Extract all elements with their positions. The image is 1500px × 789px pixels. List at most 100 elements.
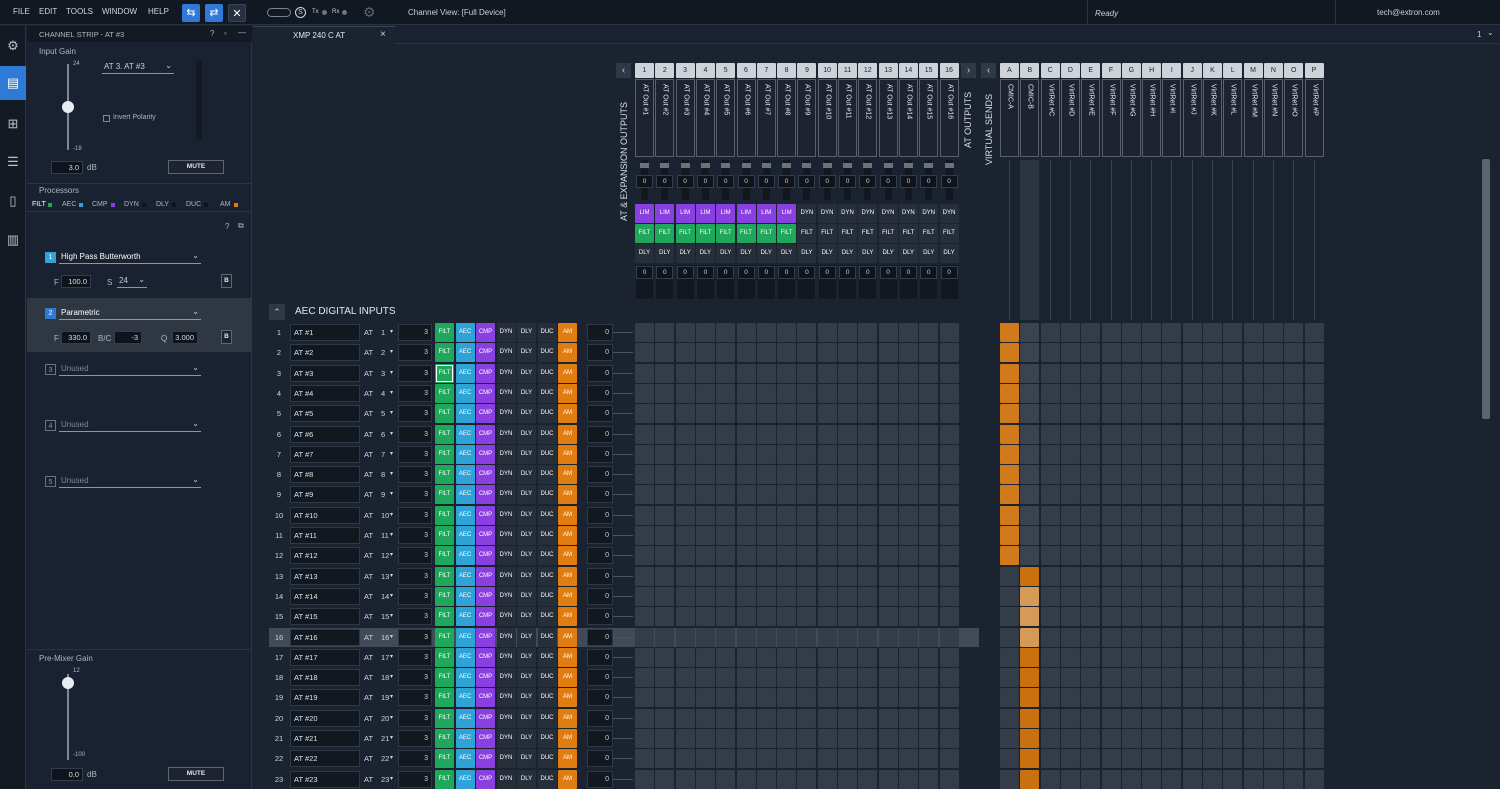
crosspoint-cell[interactable] — [756, 363, 776, 383]
crosspoint-cell[interactable] — [777, 729, 797, 748]
output-column-label[interactable]: AT Out #4 — [695, 79, 715, 157]
input-gain-field[interactable]: 3 — [398, 547, 432, 565]
send-crosspoint-cell[interactable] — [1040, 526, 1060, 545]
band-1-frequency[interactable]: 100.0 — [61, 275, 91, 288]
input-dly-button[interactable]: DLY — [517, 485, 536, 505]
crosspoint-cell[interactable] — [797, 769, 817, 789]
input-level-field[interactable]: 0 — [587, 567, 613, 585]
send-column-label[interactable]: VirtRet #K — [1203, 79, 1222, 157]
output-column-number[interactable]: 3 — [675, 63, 695, 78]
input-channel-select[interactable]: 9 — [381, 485, 385, 504]
send-column-letter[interactable]: H — [1142, 63, 1162, 78]
send-crosspoint-cell[interactable] — [1182, 505, 1202, 525]
send-crosspoint-cell[interactable] — [1263, 363, 1283, 383]
send-crosspoint-cell[interactable] — [1304, 729, 1324, 748]
crosspoint-cell[interactable] — [817, 323, 837, 342]
send-crosspoint-cell[interactable] — [1142, 404, 1162, 424]
input-aec-button[interactable]: AEC — [455, 505, 475, 525]
send-crosspoint-cell[interactable] — [1000, 383, 1019, 403]
crosspoint-cell[interactable] — [695, 363, 715, 383]
output-post-gain-field[interactable]: 0 — [940, 266, 958, 279]
crosspoint-cell[interactable] — [797, 607, 817, 627]
send-crosspoint-cell[interactable] — [1162, 343, 1182, 363]
output-gain-field[interactable]: 0 — [778, 175, 796, 188]
send-crosspoint-cell[interactable] — [1243, 566, 1263, 586]
crosspoint-cell[interactable] — [777, 566, 797, 586]
crosspoint-cell[interactable] — [675, 688, 695, 708]
input-duc-button[interactable]: DUC — [537, 424, 557, 444]
output-lim-button[interactable]: LIM — [675, 204, 695, 223]
next-outputs-icon[interactable]: › — [961, 63, 976, 78]
crosspoint-cell[interactable] — [716, 566, 736, 586]
send-column-label[interactable]: VirtRet #F — [1101, 79, 1121, 157]
output-column-number[interactable]: 7 — [756, 63, 776, 78]
crosspoint-cell[interactable] — [635, 343, 654, 363]
send-crosspoint-cell[interactable] — [1284, 323, 1304, 342]
send-crosspoint-cell[interactable] — [1121, 424, 1141, 444]
send-crosspoint-cell[interactable] — [1223, 505, 1243, 525]
input-channel-select[interactable]: 1 — [381, 323, 385, 342]
crosspoint-cell[interactable] — [858, 485, 878, 505]
send-crosspoint-cell[interactable] — [1223, 586, 1243, 606]
output-fader-knob[interactable] — [924, 163, 934, 168]
input-aec-button[interactable]: AEC — [455, 566, 475, 586]
crosspoint-cell[interactable] — [797, 647, 817, 667]
crosspoint-cell[interactable] — [898, 668, 918, 688]
send-crosspoint-cell[interactable] — [1040, 343, 1060, 363]
tab-dyn[interactable]: DYN — [124, 201, 139, 208]
send-crosspoint-cell[interactable] — [1243, 668, 1263, 688]
input-gain-field[interactable]: 3 — [398, 750, 432, 768]
crosspoint-cell[interactable] — [635, 444, 654, 464]
crosspoint-cell[interactable] — [695, 546, 715, 566]
output-dyn-button[interactable]: DYN — [838, 204, 857, 223]
send-crosspoint-cell[interactable] — [1284, 566, 1304, 586]
send-crosspoint-cell[interactable] — [1203, 444, 1222, 464]
crosspoint-cell[interactable] — [777, 647, 797, 667]
crosspoint-cell[interactable] — [939, 688, 959, 708]
crosspoint-cell[interactable] — [635, 526, 654, 545]
crosspoint-cell[interactable] — [858, 404, 878, 424]
input-cmp-button[interactable]: CMP — [476, 383, 495, 403]
send-crosspoint-cell[interactable] — [1040, 505, 1060, 525]
crosspoint-cell[interactable] — [858, 465, 878, 485]
crosspoint-cell[interactable] — [716, 505, 736, 525]
premixer-gain-field[interactable]: 0.0 — [51, 768, 83, 781]
output-column-label[interactable]: AT Out #6 — [736, 79, 756, 157]
input-cmp-button[interactable]: CMP — [476, 769, 495, 789]
crosspoint-cell[interactable] — [919, 465, 939, 485]
crosspoint-cell[interactable] — [655, 668, 675, 688]
output-lim-button[interactable]: LIM — [777, 204, 797, 223]
crosspoint-cell[interactable] — [777, 688, 797, 708]
crosspoint-cell[interactable] — [635, 424, 654, 444]
input-aec-button[interactable]: AEC — [455, 465, 475, 485]
input-level-field[interactable]: 0 — [587, 689, 613, 707]
output-post-gain-field[interactable]: 0 — [656, 266, 674, 279]
crosspoint-cell[interactable] — [838, 688, 857, 708]
send-crosspoint-cell[interactable] — [1284, 465, 1304, 485]
input-channel-select[interactable]: 20 — [381, 709, 389, 728]
crosspoint-cell[interactable] — [655, 465, 675, 485]
send-crosspoint-cell[interactable] — [1020, 769, 1040, 789]
input-am-button[interactable]: AM — [558, 586, 577, 606]
input-duc-button[interactable]: DUC — [537, 546, 557, 566]
output-fader-knob[interactable] — [822, 163, 832, 168]
send-crosspoint-cell[interactable] — [1162, 485, 1182, 505]
chevron-down-icon[interactable]: ▾ — [390, 770, 393, 789]
crosspoint-cell[interactable] — [939, 729, 959, 748]
crosspoint-cell[interactable] — [817, 383, 837, 403]
input-am-button[interactable]: AM — [558, 607, 577, 627]
output-column-number[interactable]: 10 — [817, 63, 837, 78]
crosspoint-cell[interactable] — [858, 627, 878, 647]
send-crosspoint-cell[interactable] — [1142, 566, 1162, 586]
input-dyn-button[interactable]: DYN — [496, 769, 516, 789]
input-level-field[interactable]: 0 — [587, 344, 613, 362]
crosspoint-cell[interactable] — [777, 383, 797, 403]
send-crosspoint-cell[interactable] — [1304, 546, 1324, 566]
input-dly-button[interactable]: DLY — [517, 729, 536, 748]
send-crosspoint-cell[interactable] — [1263, 546, 1283, 566]
output-fader-knob[interactable] — [660, 163, 670, 168]
send-crosspoint-cell[interactable] — [1182, 383, 1202, 403]
send-crosspoint-cell[interactable] — [1000, 708, 1019, 728]
crosspoint-cell[interactable] — [939, 647, 959, 667]
crosspoint-cell[interactable] — [858, 729, 878, 748]
